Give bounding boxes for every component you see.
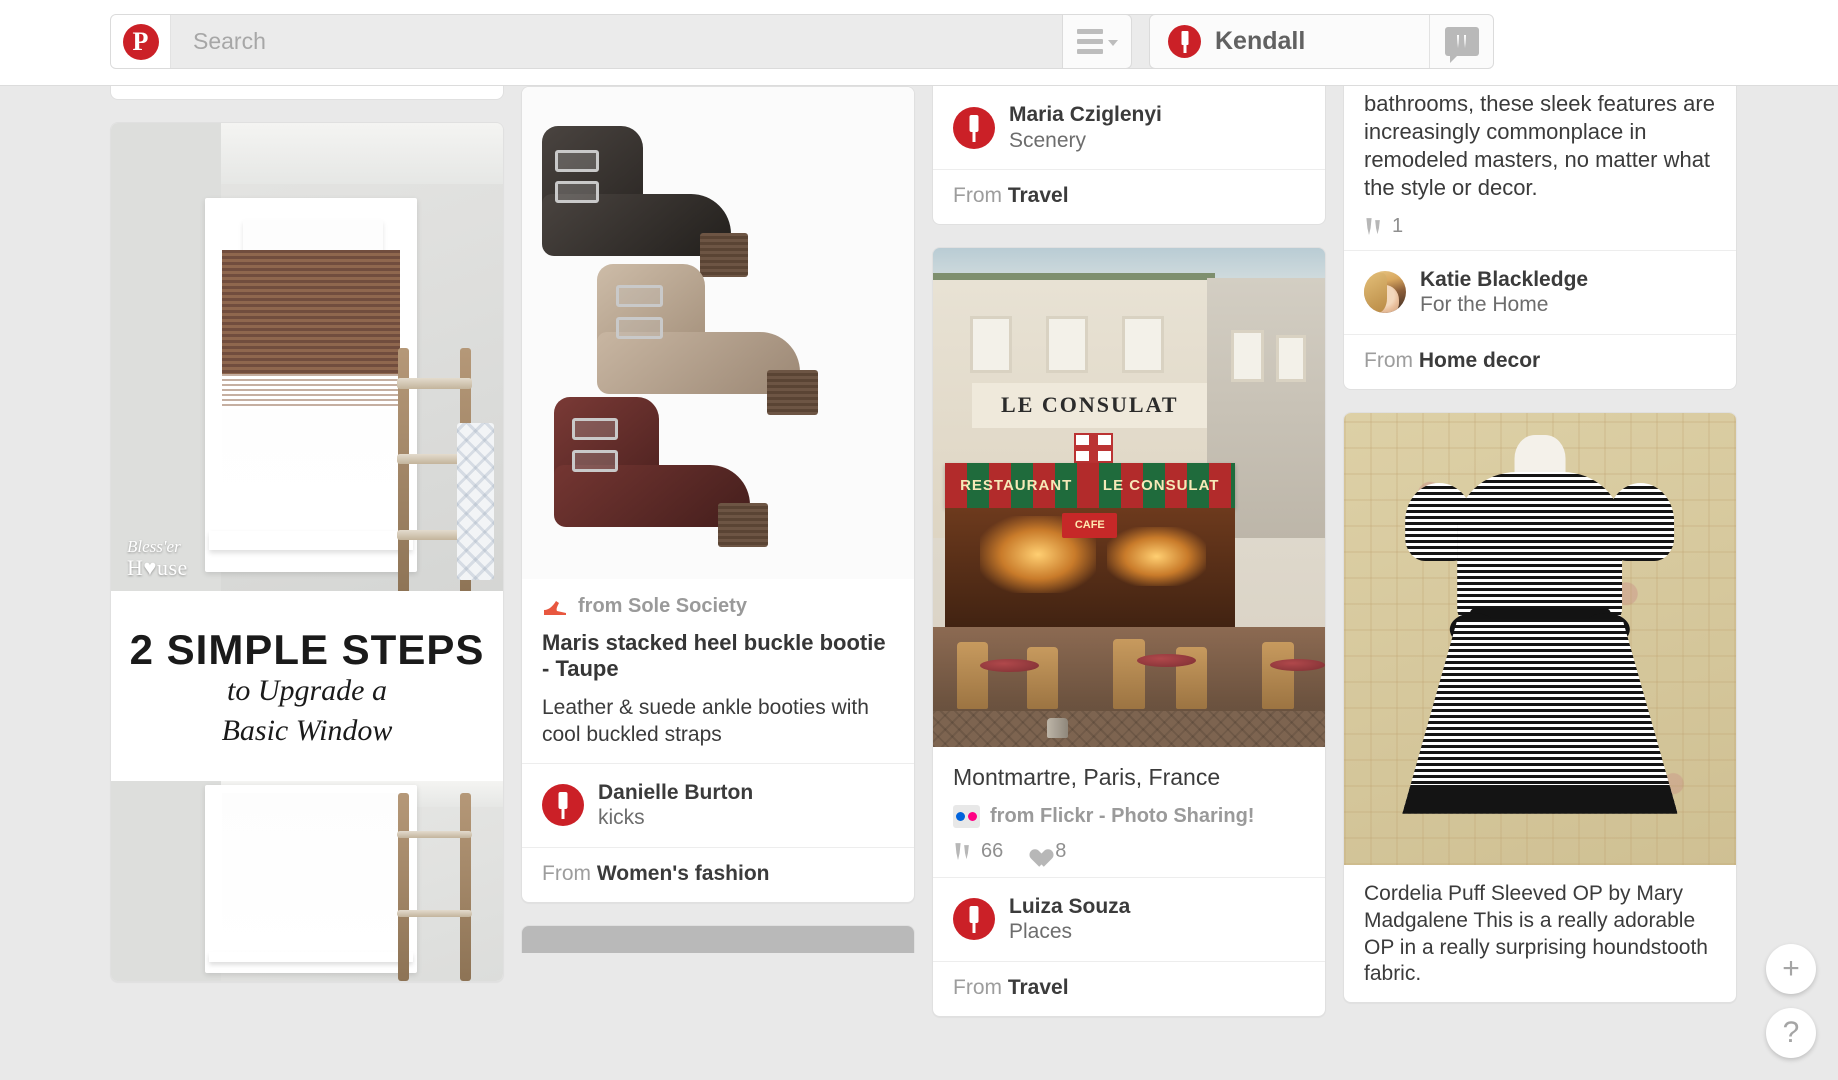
from-label: From — [542, 862, 591, 885]
pin-avatar-icon — [953, 898, 995, 941]
floating-action-buttons: + ? — [1766, 944, 1816, 1058]
pin-stats: 66 8 — [953, 840, 1305, 863]
next-pin-stub[interactable] — [521, 925, 915, 953]
repin-count: 66 — [953, 840, 1003, 863]
pin-user-name[interactable]: Maria Cziglenyi — [1009, 102, 1162, 128]
pin-body: Cordelia Puff Sleeved OP by Mary Madgale… — [1344, 865, 1736, 1003]
pin-from-row[interactable]: From Travel — [933, 169, 1325, 224]
add-pin-button[interactable]: + — [1766, 944, 1816, 994]
pin-image-paris-cafe[interactable]: LE CONSULAT RESTAURANT LE CONSULAT CAFE — [933, 248, 1325, 748]
pin-user-name[interactable]: Luiza Souza — [1009, 894, 1130, 920]
pin-card-montmartre[interactable]: LE CONSULAT RESTAURANT LE CONSULAT CAFE — [932, 247, 1326, 1017]
pin-body: Montmartre, Paris, France from Flickr - … — [933, 747, 1325, 876]
pin-board-name[interactable]: kicks — [598, 805, 753, 831]
from-label: From — [953, 184, 1002, 208]
from-label: From — [1364, 348, 1413, 372]
pin-description: Leather & suede ankle booties with cool … — [542, 696, 869, 746]
pin-column-1: Bless'er H♥use 2 SIMPLE STEPS to Upgrade… — [110, 86, 504, 1004]
pin-user-name[interactable]: Danielle Burton — [598, 780, 753, 806]
pin-attribution[interactable]: Maria Cziglenyi Scenery — [933, 86, 1325, 169]
overlay-subline-1: to Upgrade a — [227, 673, 387, 707]
pin-column-4: bathrooms, these sleek features are incr… — [1343, 86, 1737, 1025]
pin-board-name[interactable]: Scenery — [1009, 128, 1162, 154]
pin-image-window-lower[interactable] — [111, 781, 503, 981]
pin-description: bathrooms, these sleek features are incr… — [1364, 91, 1715, 201]
pin-board: Bless'er H♥use 2 SIMPLE STEPS to Upgrade… — [0, 86, 1838, 1080]
pin-column-3: Maria Cziglenyi Scenery From Travel LE C… — [932, 86, 1326, 1039]
pin-card-scenery-partial[interactable]: Maria Cziglenyi Scenery From Travel — [932, 86, 1326, 226]
pin-from-row[interactable]: From Women's fashion — [522, 847, 914, 902]
pin-card-bathroom-partial[interactable]: bathrooms, these sleek features are incr… — [1343, 86, 1737, 390]
messages-button[interactable] — [1430, 15, 1493, 68]
hamburger-menu-icon — [1076, 29, 1103, 54]
pin-body: from Sole Society Maris stacked heel buc… — [522, 579, 914, 763]
image-watermark: Bless'er H♥use — [127, 537, 188, 580]
pinterest-logo-icon: P — [122, 23, 159, 60]
pin-source-row[interactable]: from Sole Society — [542, 595, 894, 618]
pin-card-window-upgrade[interactable]: Bless'er H♥use 2 SIMPLE STEPS to Upgrade… — [110, 122, 504, 982]
from-label: From — [953, 975, 1002, 999]
pin-from-row[interactable]: From Travel — [933, 960, 1325, 1016]
user-group: Kendall — [1149, 14, 1494, 69]
pin-source-label: from Flickr - Photo Sharing! — [990, 804, 1255, 827]
from-category[interactable]: Travel — [1008, 976, 1069, 999]
heart-icon — [1025, 842, 1047, 861]
pin-attribution[interactable]: Katie Blackledge For the Home — [1344, 249, 1736, 334]
pin-attribution[interactable]: Luiza Souza Places — [933, 876, 1325, 961]
pin-source-label: from Sole Society — [578, 595, 747, 617]
from-category[interactable]: Travel — [1008, 184, 1069, 207]
image-sign-text: LE CONSULAT — [972, 382, 1208, 428]
flickr-icon — [953, 804, 980, 828]
overlay-headline: 2 SIMPLE STEPS — [129, 625, 485, 673]
overlay-subline-2: Basic Window — [221, 714, 393, 747]
pinterest-logo-button[interactable]: P — [111, 15, 171, 68]
awning-left-text: RESTAURANT — [960, 476, 1073, 494]
pin-image-booties[interactable] — [522, 87, 914, 579]
pin-column-2: from Sole Society Maris stacked heel buc… — [521, 86, 915, 975]
pin-count-icon — [953, 842, 973, 861]
pin-description: Cordelia Puff Sleeved OP by Mary Madgale… — [1364, 881, 1708, 986]
awning-right-text: LE CONSULAT — [1102, 476, 1220, 494]
pin-card-maris-bootie[interactable]: from Sole Society Maris stacked heel buc… — [521, 86, 915, 903]
from-category[interactable]: Women's fashion — [597, 862, 770, 885]
pin-card-cordelia-dress[interactable]: Cordelia Puff Sleeved OP by Mary Madgale… — [1343, 411, 1737, 1004]
hamburger-menu-button[interactable] — [1062, 14, 1132, 69]
partial-card-stub[interactable] — [110, 86, 504, 100]
pin-avatar-icon — [1168, 25, 1201, 58]
pin-title: Maris stacked heel buckle bootie - Taupe — [542, 630, 886, 681]
pin-board-name[interactable]: Places — [1009, 919, 1130, 945]
user-photo-avatar — [1364, 271, 1406, 314]
pin-count-icon — [1364, 217, 1384, 236]
pin-attribution[interactable]: Danielle Burton kicks — [522, 762, 914, 847]
pin-user-name[interactable]: Katie Blackledge — [1420, 267, 1588, 293]
pin-image-window[interactable]: Bless'er H♥use — [111, 123, 503, 591]
like-count: 8 — [1025, 840, 1066, 863]
pin-image-text-overlay: 2 SIMPLE STEPS to Upgrade a Basic Window — [111, 591, 503, 781]
pin-avatar-icon — [953, 106, 995, 149]
pin-board-name[interactable]: For the Home — [1420, 292, 1588, 318]
help-button[interactable]: ? — [1766, 1008, 1816, 1058]
pin-title: Montmartre, Paris, France — [953, 764, 1221, 791]
pin-image-dress[interactable] — [1344, 412, 1736, 865]
pin-source-row[interactable]: from Flickr - Photo Sharing! — [953, 804, 1305, 828]
messages-icon — [1444, 27, 1479, 63]
image-cafe-text: CAFE — [1062, 512, 1118, 538]
chevron-down-icon — [1107, 40, 1118, 46]
app-header: P Kendall — [0, 0, 1838, 86]
repin-count: 1 — [1364, 215, 1403, 238]
high-heel-icon — [544, 600, 566, 615]
pin-avatar-icon — [542, 784, 584, 827]
pin-from-row[interactable]: From Home decor — [1344, 333, 1736, 389]
user-name-label: Kendall — [1215, 27, 1306, 55]
pin-stats: 1 — [1364, 215, 1716, 238]
from-category[interactable]: Home decor — [1419, 349, 1540, 372]
user-menu-button[interactable]: Kendall — [1150, 15, 1430, 68]
